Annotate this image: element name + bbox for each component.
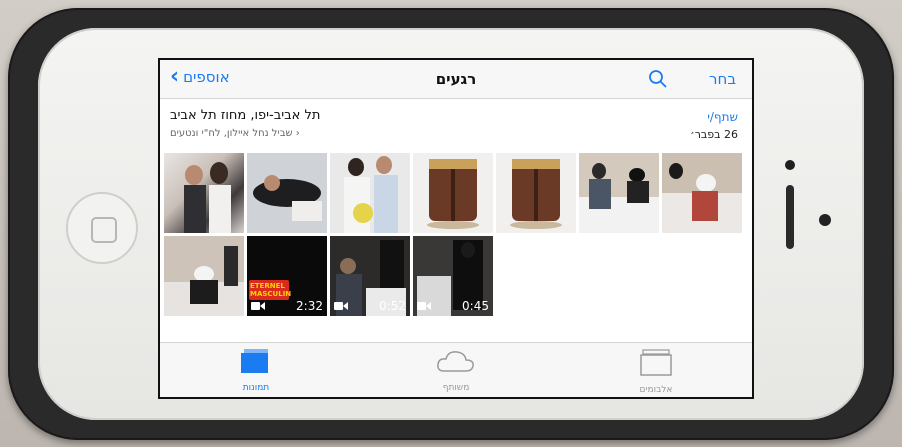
- video-thumbnail[interactable]: ETERNEL MASCULIN 2:32: [247, 236, 327, 316]
- video-caption: ETERNEL MASCULIN: [250, 282, 292, 298]
- gathering-photo: [164, 236, 244, 316]
- location-subtitle[interactable]: ‹ שביל נחל איילון, לח"י ונטעים: [170, 128, 300, 139]
- location-title[interactable]: תל אביב-יפו, מחוז תל אביב: [170, 108, 320, 123]
- torah-scroll-photo: [413, 153, 493, 233]
- home-button-square-icon: [91, 217, 117, 243]
- front-camera: [785, 160, 795, 170]
- speaker-grille: [786, 185, 794, 249]
- photos-icon: [241, 349, 268, 373]
- tab-albums-label: אלבומים: [639, 385, 673, 395]
- tab-photos[interactable]: תמונות: [206, 349, 306, 393]
- gathering-photo: [579, 153, 659, 233]
- video-thumbnail[interactable]: 0:52: [330, 236, 410, 316]
- navigation-bar: ‹ אוספים רגעים בחר: [160, 60, 752, 99]
- select-button[interactable]: בחר: [709, 70, 736, 88]
- video-duration: 2:32: [296, 299, 323, 313]
- video-camera-icon: [251, 302, 265, 310]
- photo-thumbnail[interactable]: [496, 153, 576, 233]
- moment-header: תל אביב-יפו, מחוז תל אביב ‹ שביל נחל איי…: [160, 108, 752, 148]
- phone-screen: ‹ אוספים רגעים בחר תל אביב-יפו, מחוז תל …: [158, 58, 754, 399]
- couple-lying-photo: [247, 153, 327, 233]
- torah-scroll-photo: [496, 153, 576, 233]
- moment-date: 26 בפבר׳: [690, 128, 738, 141]
- home-button[interactable]: [66, 192, 138, 264]
- search-icon[interactable]: [648, 69, 668, 89]
- video-duration: 0:52: [379, 299, 406, 313]
- proximity-sensor: [819, 214, 831, 226]
- cloud-icon: [437, 351, 474, 372]
- photo-thumbnail[interactable]: [164, 153, 244, 233]
- video-camera-icon: [417, 302, 431, 310]
- video-duration: 0:45: [462, 299, 489, 313]
- photo-thumbnail[interactable]: [247, 153, 327, 233]
- tab-photos-label: תמונות: [242, 383, 270, 393]
- video-thumbnail[interactable]: 0:45: [413, 236, 493, 316]
- photo-thumbnail[interactable]: [579, 153, 659, 233]
- tab-shared-label: משותף: [442, 383, 470, 393]
- photo-thumbnail[interactable]: [164, 236, 244, 316]
- pregnancy-photo: [330, 153, 410, 233]
- chevron-left-icon: ‹: [292, 128, 300, 139]
- albums-icon: [640, 349, 672, 376]
- tab-bar: תמונות משותף אלבומים: [160, 342, 752, 397]
- gathering-photo: [662, 153, 742, 233]
- tab-shared[interactable]: משותף: [406, 349, 506, 393]
- photo-thumbnail[interactable]: [413, 153, 493, 233]
- share-button[interactable]: שתף/י: [707, 110, 738, 124]
- photo-thumbnail[interactable]: [662, 153, 742, 233]
- video-camera-icon: [334, 302, 348, 310]
- tab-albums[interactable]: אלבומים: [606, 349, 706, 395]
- photo-thumbnail[interactable]: [330, 153, 410, 233]
- couple-photo: [184, 162, 231, 233]
